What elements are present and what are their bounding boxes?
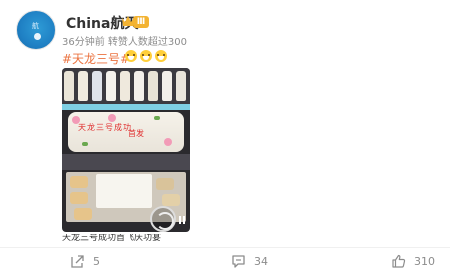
cake-text-2: 首发 bbox=[128, 129, 144, 138]
laughing-face-icon bbox=[140, 50, 152, 62]
topic-link[interactable]: #天龙三号# bbox=[62, 50, 130, 67]
avatar-logo-icon: 航 bbox=[32, 22, 39, 30]
photo-shelf bbox=[62, 68, 190, 104]
share-icon bbox=[71, 254, 84, 268]
share-button[interactable]: 5 bbox=[70, 253, 100, 269]
post-meta: 36分钟前 转赞人数超过300 bbox=[62, 37, 187, 48]
pause-icon[interactable] bbox=[178, 216, 186, 224]
photo-counter bbox=[62, 154, 190, 170]
share-count: 5 bbox=[93, 254, 100, 268]
thumbs-up-icon bbox=[392, 254, 406, 268]
photo-cake: 天龙三号成功 首发 bbox=[68, 112, 184, 152]
cake-text: 天龙三号成功 bbox=[78, 123, 132, 132]
like-button[interactable]: 310 bbox=[391, 253, 435, 269]
media-caption: 天龙三号成功首飞庆功宴 bbox=[62, 234, 162, 243]
photo-card bbox=[96, 174, 152, 208]
like-count: 310 bbox=[414, 254, 435, 268]
comment-icon bbox=[232, 254, 245, 268]
post-media-video[interactable]: 天龙三号成功 首发 bbox=[62, 68, 190, 232]
avatar[interactable]: 航 bbox=[16, 10, 56, 50]
vip-level-label: Ⅲ bbox=[133, 16, 149, 28]
photo-shelf-light bbox=[62, 104, 190, 110]
laughing-face-icon bbox=[125, 50, 137, 62]
vip-badge[interactable]: Ⅲ bbox=[121, 14, 149, 29]
comment-button[interactable]: 34 bbox=[231, 253, 268, 269]
video-play-icon[interactable] bbox=[150, 206, 176, 232]
divider bbox=[0, 247, 450, 248]
avatar-logo-dot bbox=[34, 33, 41, 40]
comment-count: 34 bbox=[254, 254, 268, 268]
laughing-face-icon bbox=[155, 50, 167, 62]
